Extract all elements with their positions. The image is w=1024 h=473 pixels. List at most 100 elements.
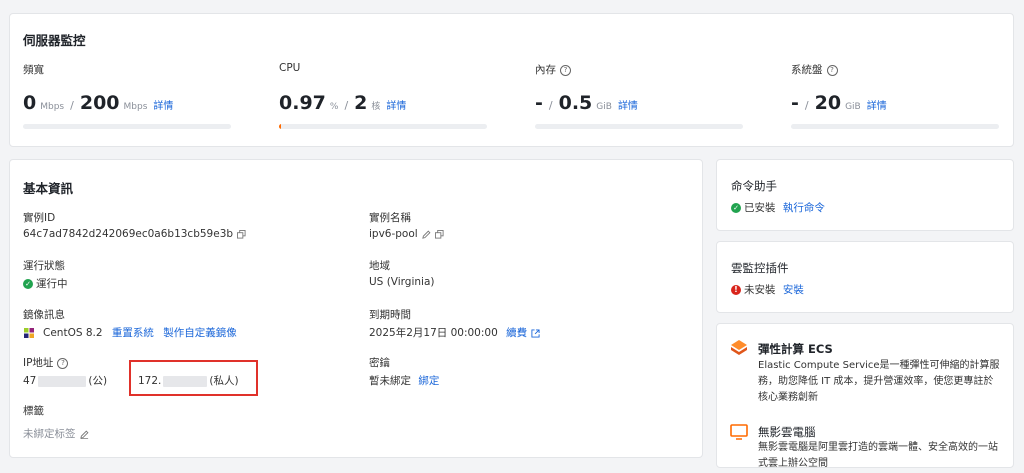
external-link-icon[interactable]: [531, 328, 540, 338]
edit-icon[interactable]: [422, 230, 431, 239]
run-command-link[interactable]: 執行命令: [783, 202, 825, 214]
status-value: ✓ 運行中: [23, 276, 68, 291]
renew-link[interactable]: 續費: [506, 327, 527, 339]
command-status-text: 已安裝: [744, 202, 776, 214]
public-ip-suffix: (公): [88, 375, 108, 387]
memory-metric: - / 0.5 GiB 詳情: [535, 92, 638, 114]
public-ip-prefix: 47: [23, 375, 37, 387]
redacted-block: [163, 375, 208, 387]
status-label: 運行狀態: [23, 260, 65, 272]
ecs-icon: [731, 340, 747, 355]
reset-system-link[interactable]: 重置系統: [112, 327, 154, 339]
instance-id-value: 64c7ad7842d242069ec0a6b13cb59e3b: [23, 228, 246, 240]
disk-sep: /: [804, 99, 809, 112]
tags-text: 未綁定标签: [23, 428, 76, 440]
cpu-metric: 0.97 % / 2 核 詳情: [279, 92, 406, 114]
tags-label: 標籤: [23, 405, 44, 417]
basic-info-card: 基本資訊 實例ID 64c7ad7842d242069ec0a6b13cb59e…: [9, 159, 703, 458]
copy-icon[interactable]: [237, 229, 246, 239]
bandwidth-bar: [23, 124, 231, 129]
disk-label: 系統盤?: [791, 62, 838, 77]
disk-used: -: [791, 92, 799, 114]
instance-name-value: ipv6-pool: [369, 228, 444, 240]
help-icon[interactable]: ?: [560, 64, 571, 76]
basic-info-title: 基本資訊: [23, 181, 74, 196]
create-image-link[interactable]: 製作自定義鏡像: [163, 327, 237, 339]
monitor-title: 伺服器監控: [23, 33, 86, 48]
instance-id-label: 實例ID: [23, 212, 56, 224]
expire-value: 2025年2月17日 00:00:00 續費: [369, 325, 540, 340]
region-value: US (Virginia): [369, 276, 435, 288]
command-status: ✓ 已安裝 執行命令: [731, 200, 825, 215]
bandwidth-used: 0: [23, 92, 37, 114]
instance-name-text: ipv6-pool: [369, 228, 418, 240]
error-icon: !: [731, 285, 741, 295]
cpu-sep: /: [344, 99, 349, 112]
centos-logo-icon: [24, 328, 34, 338]
public-ip: 47 (公): [23, 373, 107, 388]
bandwidth-label: 頻寬: [23, 64, 44, 76]
cloud-monitor-status: ! 未安裝 安裝: [731, 282, 804, 297]
memory-label-text: 內存: [535, 64, 556, 76]
expire-text: 2025年2月17日 00:00:00: [369, 327, 498, 339]
image-os: CentOS 8.2: [43, 327, 103, 339]
image-value: CentOS 8.2 重置系統 製作自定義鏡像: [23, 325, 237, 340]
private-ip: 172. (私人): [138, 373, 239, 388]
status-text: 運行中: [36, 278, 68, 290]
private-ip-prefix: 172.: [138, 375, 162, 387]
cloud-desktop-name[interactable]: 無影雲電腦: [758, 424, 816, 440]
cpu-label: CPU: [279, 62, 301, 74]
bandwidth-detail-link[interactable]: 詳情: [153, 97, 173, 112]
command-card: 命令助手 ✓ 已安裝 執行命令: [716, 159, 1014, 231]
cpu-bar: [279, 124, 487, 129]
memory-bar: [535, 124, 743, 129]
command-title: 命令助手: [731, 179, 777, 193]
ecs-description: Elastic Compute Service是一種彈性可伸縮的計算服務，助您降…: [758, 360, 1000, 403]
bandwidth-total: 200: [79, 92, 120, 114]
cpu-bar-fill: [279, 124, 282, 129]
help-icon[interactable]: ?: [826, 64, 838, 76]
edit-icon[interactable]: [79, 430, 89, 439]
expire-label: 到期時間: [369, 309, 411, 321]
check-icon: ✓: [23, 279, 33, 289]
private-ip-suffix: (私人): [209, 375, 239, 387]
tags-value: 未綁定标签: [23, 426, 89, 441]
products-card: 彈性計算 ECS Elastic Compute Service是一種彈性可伸縮…: [716, 323, 1014, 468]
disk-total-unit: GiB: [845, 102, 861, 112]
memory-sep: /: [548, 99, 553, 112]
ip-label-text: IP地址: [23, 357, 54, 369]
memory-total: 0.5: [558, 92, 593, 114]
disk-bar: [791, 124, 999, 129]
bind-key-link[interactable]: 綁定: [418, 375, 439, 387]
disk-label-text: 系統盤: [791, 64, 823, 76]
memory-label: 內存?: [535, 62, 571, 77]
cpu-total-unit: 核: [371, 102, 381, 112]
copy-icon[interactable]: [434, 229, 444, 239]
disk-total: 20: [814, 92, 842, 114]
cpu-used: 0.97: [279, 92, 326, 114]
cloud-monitor-status-text: 未安裝: [744, 284, 776, 296]
cloud-monitor-card: 雲監控插件 ! 未安裝 安裝: [716, 241, 1014, 313]
ip-label: IP地址?: [23, 355, 69, 370]
instance-name-label: 實例名稱: [369, 212, 411, 224]
ecs-name[interactable]: 彈性計算 ECS: [758, 341, 833, 357]
image-label: 鏡像訊息: [23, 309, 65, 321]
disk-metric: - / 20 GiB 詳情: [791, 92, 887, 114]
help-icon[interactable]: ?: [57, 357, 69, 369]
bandwidth-total-unit: Mbps: [123, 102, 148, 112]
cloud-desktop-description: 無影雲電腦是阿里雲打造的雲端一體、安全高效的一站式雲上辦公空間: [758, 442, 998, 468]
disk-detail-link[interactable]: 詳情: [867, 97, 887, 112]
cpu-used-unit: %: [329, 102, 339, 112]
key-label: 密鑰: [369, 357, 390, 369]
instance-id-text: 64c7ad7842d242069ec0a6b13cb59e3b: [23, 228, 234, 240]
cloud-desktop-icon: [730, 424, 748, 440]
key-value: 暫未綁定 綁定: [369, 373, 439, 388]
memory-detail-link[interactable]: 詳情: [618, 97, 638, 112]
cpu-detail-link[interactable]: 詳情: [386, 97, 406, 112]
install-link[interactable]: 安裝: [783, 284, 804, 296]
key-text: 暫未綁定: [369, 375, 411, 387]
region-label: 地域: [369, 260, 390, 272]
bandwidth-used-unit: Mbps: [40, 102, 65, 112]
memory-used: -: [535, 92, 543, 114]
cloud-monitor-title: 雲監控插件: [731, 261, 789, 275]
